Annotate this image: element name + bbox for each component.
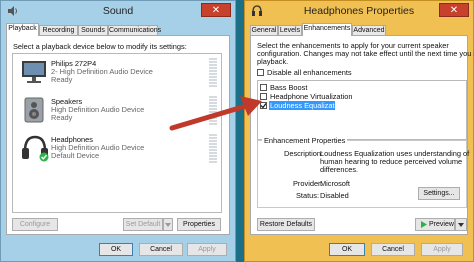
tab-playback[interactable]: Playback xyxy=(6,23,39,36)
annotation-arrow xyxy=(169,96,262,131)
tab-enhancements[interactable]: Enhancements xyxy=(302,23,352,36)
arrow-shaft xyxy=(169,103,249,131)
